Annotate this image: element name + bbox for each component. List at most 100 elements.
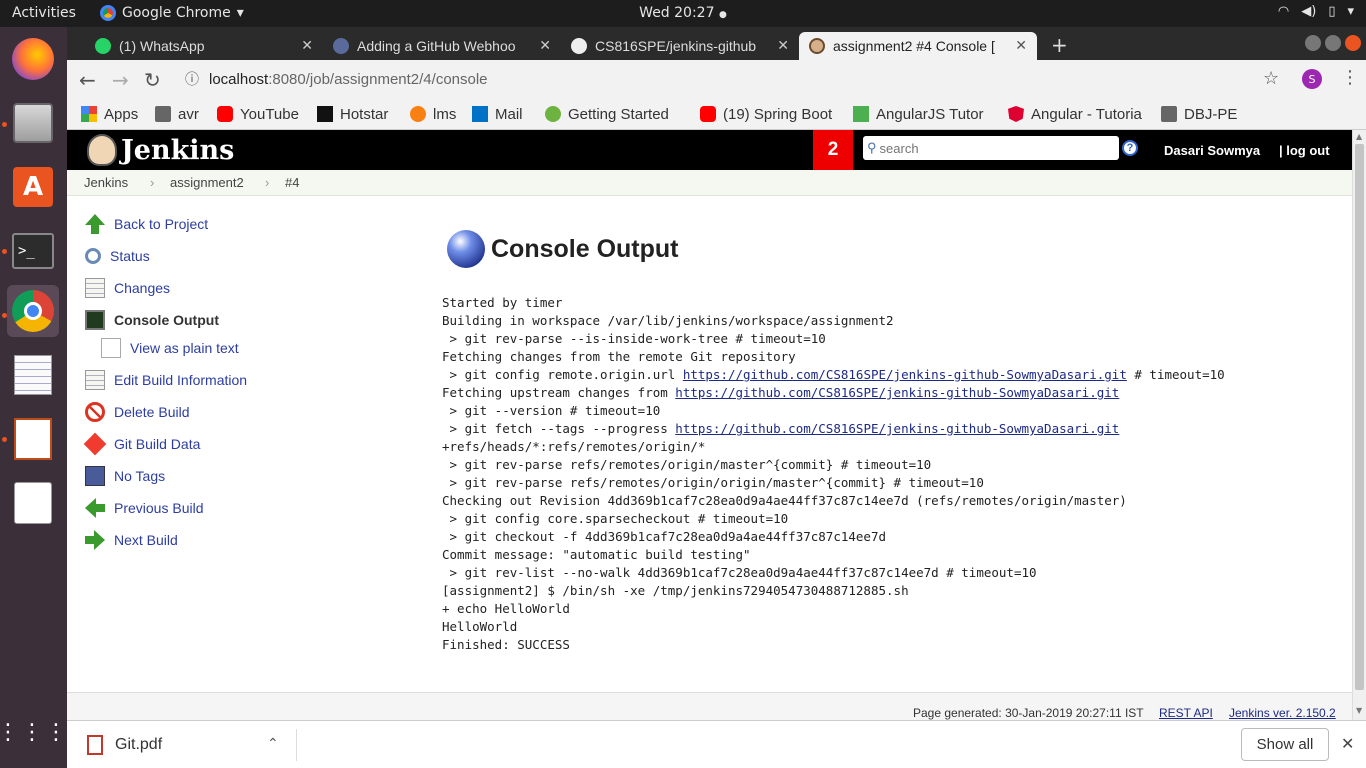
console-line: > git config core.sparsecheckout # timeo… (442, 511, 789, 526)
tab-github-repo[interactable]: CS816SPE/jenkins-github ✕ (561, 32, 799, 60)
sidebar-item-view-plain-text[interactable]: View as plain text (101, 337, 239, 359)
sidebar-item-edit-build-info[interactable]: Edit Build Information (85, 369, 247, 391)
console-line: Fetching changes from the remote Git rep… (442, 349, 796, 364)
search-icon: ⚲ (867, 140, 877, 155)
notification-badge[interactable]: 2 (813, 130, 853, 170)
search-box[interactable]: ⚲ (863, 136, 1119, 160)
chevron-right-icon[interactable]: › (265, 175, 269, 190)
help-icon[interactable]: ? (1122, 140, 1138, 156)
back-button[interactable]: ← (79, 68, 96, 92)
user-name-link[interactable]: Dasari Sowmya (1164, 143, 1260, 158)
new-tab-button[interactable]: + (1051, 33, 1068, 57)
bookmark-lms[interactable]: lms (410, 103, 456, 125)
logout-link[interactable]: | log out (1279, 143, 1330, 158)
jenkins-logo[interactable]: Jenkins (87, 134, 234, 166)
close-icon[interactable]: ✕ (777, 37, 789, 54)
menu-icon[interactable]: ⋮ (1341, 67, 1359, 88)
close-icon[interactable]: ✕ (301, 37, 313, 54)
system-top-bar: Activities Google Chrome ▾ Wed 20:27 ● ◠… (0, 0, 1366, 27)
console-output: Started by timer Building in workspace /v… (442, 294, 1225, 654)
scroll-up-icon[interactable]: ▲ (1356, 132, 1362, 141)
show-applications-button[interactable]: ⋮⋮⋮ (0, 707, 67, 759)
bookmark-angular[interactable]: Angular - Tutoria (1008, 103, 1142, 125)
console-line: > git rev-parse refs/remotes/origin/orig… (442, 475, 984, 490)
grid-icon: ⋮⋮⋮ (0, 720, 69, 745)
bookmark-avr[interactable]: avr (155, 103, 199, 125)
bookmark-mail[interactable]: Mail (472, 103, 523, 125)
breadcrumb-assignment2[interactable]: assignment2 (170, 175, 244, 190)
sidebar-item-no-tags[interactable]: No Tags (85, 465, 165, 487)
document-viewer-dock-item[interactable] (7, 477, 59, 529)
repo-url-link[interactable]: https://github.com/CS816SPE/jenkins-gith… (675, 385, 1119, 400)
spring-icon (545, 106, 561, 122)
chevron-up-icon[interactable]: ⌃ (267, 735, 279, 752)
close-icon[interactable]: ✕ (1341, 734, 1354, 754)
bookmark-spring-boot[interactable]: (19) Spring Boot (700, 103, 832, 125)
sidebar-item-delete-build[interactable]: Delete Build (85, 401, 190, 423)
breadcrumb-build-4[interactable]: #4 (285, 175, 299, 190)
files-dock-item[interactable] (7, 97, 59, 149)
close-window-button[interactable] (1345, 35, 1361, 51)
bookmark-angularjs[interactable]: AngularJS Tutor (853, 103, 984, 125)
console-line: > git rev-parse refs/remotes/origin/mast… (442, 457, 932, 472)
text-editor-dock-item[interactable] (7, 349, 59, 401)
arrow-up-icon (85, 214, 105, 234)
reload-button[interactable]: ↻ (144, 68, 161, 92)
console-line: > git rev-list --no-walk 4dd369b1caf7c28… (442, 565, 1037, 580)
divider (296, 729, 297, 761)
firefox-dock-item[interactable] (7, 33, 59, 85)
chevron-right-icon[interactable]: › (150, 175, 154, 190)
sidebar-item-next-build[interactable]: Next Build (85, 529, 178, 551)
sidebar-item-status[interactable]: Status (85, 245, 150, 267)
scrollbar-thumb[interactable] (1355, 144, 1364, 690)
maximize-button[interactable] (1325, 35, 1341, 51)
system-tray[interactable]: ◠ ◀) ▯ ▾ (1278, 4, 1354, 19)
jenkins-version-link[interactable]: Jenkins ver. 2.150.2 (1229, 706, 1336, 720)
sidebar-item-console-output[interactable]: Console Output (85, 309, 219, 331)
chrome-dock-item[interactable] (7, 285, 59, 337)
close-icon[interactable]: ✕ (1015, 37, 1027, 54)
plus-icon: + (1051, 33, 1068, 57)
download-item[interactable]: Git.pdf (87, 735, 162, 755)
search-input[interactable] (879, 140, 1100, 156)
tab-console-output[interactable]: assignment2 #4 Console [ ✕ (799, 32, 1037, 60)
pdf-icon (87, 735, 103, 755)
console-line: Started by timer (442, 295, 563, 310)
bookmark-star-icon[interactable]: ☆ (1263, 68, 1279, 89)
sidebar-item-changes[interactable]: Changes (85, 277, 170, 299)
forward-button[interactable]: → (112, 68, 129, 92)
sidebar-item-previous-build[interactable]: Previous Build (85, 497, 204, 519)
bookmark-dbj-pe[interactable]: DBJ-PE (1161, 103, 1237, 125)
show-all-button[interactable]: Show all (1241, 728, 1329, 761)
minimize-button[interactable] (1305, 35, 1321, 51)
terminal-dock-item[interactable]: >_ (7, 225, 59, 277)
tab-github-webhook[interactable]: Adding a GitHub Webhoo ✕ (323, 32, 561, 60)
address-bar[interactable]: ⓘ localhost:8080/job/assignment2/4/conso… (177, 64, 1287, 94)
sidebar-item-git-build-data[interactable]: Git Build Data (83, 432, 200, 456)
profile-avatar[interactable]: S (1302, 69, 1322, 89)
close-icon[interactable]: ✕ (539, 37, 551, 54)
rest-api-link[interactable]: REST API (1159, 706, 1213, 720)
software-dock-item[interactable]: A (7, 161, 59, 213)
magnifier-icon (85, 248, 101, 264)
scroll-down-icon[interactable]: ▼ (1356, 706, 1362, 715)
running-indicator (2, 437, 7, 442)
bookmark-hotstar[interactable]: Hotstar (317, 103, 388, 125)
bookmark-getting-started[interactable]: Getting Started (545, 103, 669, 125)
wifi-icon: ◠ (1277, 4, 1290, 19)
moodle-icon (410, 106, 426, 122)
whatsapp-icon (95, 38, 111, 54)
console-line: Finished: SUCCESS (442, 637, 570, 652)
repo-url-link[interactable]: https://github.com/CS816SPE/jenkins-gith… (675, 421, 1119, 436)
clock[interactable]: Wed 20:27 ● (0, 5, 1366, 21)
tab-whatsapp[interactable]: (1) WhatsApp ✕ (85, 32, 323, 60)
impress-dock-item[interactable] (7, 413, 59, 465)
console-line: Commit message: "automatic build testing… (442, 547, 751, 562)
page-scrollbar[interactable]: ▲ ▼ (1352, 130, 1366, 720)
breadcrumb-jenkins[interactable]: Jenkins (84, 175, 128, 190)
bookmark-youtube[interactable]: YouTube (217, 103, 299, 125)
sidebar-item-back-to-project[interactable]: Back to Project (85, 213, 208, 235)
bookmark-apps[interactable]: Apps (81, 103, 138, 125)
apps-grid-icon (81, 106, 97, 122)
repo-url-link[interactable]: https://github.com/CS816SPE/jenkins-gith… (683, 367, 1127, 382)
